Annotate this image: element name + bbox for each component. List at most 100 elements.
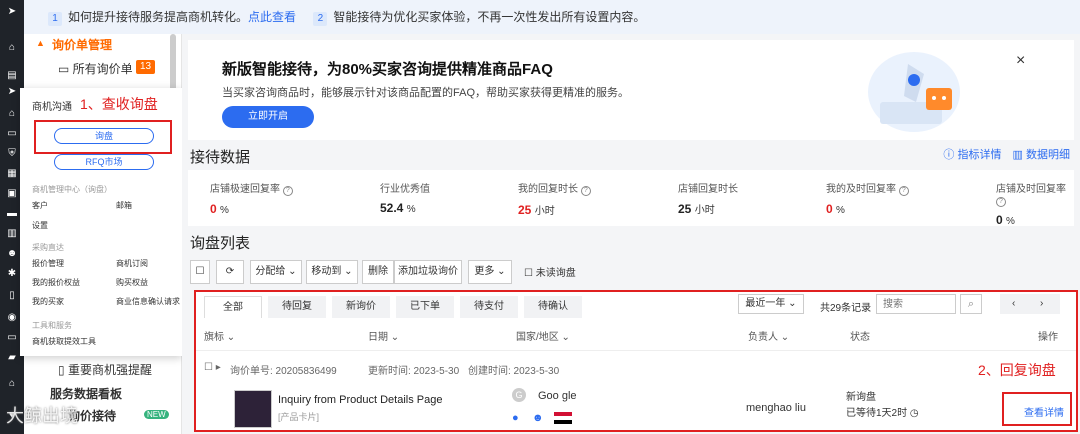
product-title[interactable]: Inquiry from Product Details Page bbox=[278, 394, 442, 406]
subnav-important-alert[interactable]: ▯ 重要商机强提醒 bbox=[58, 361, 152, 378]
tab-pending-pay[interactable]: 待支付 bbox=[460, 296, 518, 318]
house-icon[interactable]: ⌂ bbox=[5, 108, 19, 120]
user-icon[interactable]: ☻ bbox=[5, 248, 19, 260]
col-flag[interactable]: 旗标 ⌄ bbox=[204, 328, 235, 343]
send-icon[interactable]: ➤ bbox=[5, 6, 19, 18]
next-page-icon[interactable]: › bbox=[1040, 294, 1043, 314]
help-icon[interactable]: ? bbox=[580, 186, 591, 196]
search-input[interactable] bbox=[876, 294, 956, 314]
more-dropdown[interactable]: 更多 ⌄ bbox=[468, 260, 512, 284]
globe-icon[interactable]: ◉ bbox=[5, 312, 19, 324]
link-my-buyers[interactable]: 我的买家 bbox=[32, 296, 64, 307]
chat-bubble-icon[interactable]: ● bbox=[512, 412, 519, 424]
link-mailbox[interactable]: 邮箱 bbox=[116, 200, 132, 211]
stat-value: 0 bbox=[826, 202, 833, 216]
tab-new-inquiry[interactable]: 新询价 bbox=[332, 296, 390, 318]
link-customer[interactable]: 客户 bbox=[32, 200, 48, 211]
grid-icon[interactable]: ▦ bbox=[5, 168, 19, 180]
chat-icon[interactable]: ▬ bbox=[5, 208, 19, 220]
stat-label: 店铺及时回复率 bbox=[996, 184, 1066, 195]
delete-button[interactable]: 删除 bbox=[362, 260, 394, 284]
search-icon[interactable]: ⌕ bbox=[960, 294, 982, 314]
total-records: 共29条记录 bbox=[820, 303, 872, 314]
tab-pending-reply[interactable]: 待回复 bbox=[268, 296, 326, 318]
link-biz-sub[interactable]: 商机订阅 bbox=[116, 258, 148, 269]
truck-icon[interactable]: ▰ bbox=[5, 352, 19, 364]
move-dropdown[interactable]: 移动到 ⌄ bbox=[306, 260, 358, 284]
inquiry-button[interactable]: 询盘 bbox=[54, 128, 154, 144]
tip-2-text: 智能接待为优化买家体验，不再一次性发出所有设置内容。 bbox=[333, 10, 646, 24]
help-icon[interactable]: ? bbox=[282, 186, 293, 196]
subnav-important-label: 重要商机强提醒 bbox=[67, 363, 152, 377]
shield-icon[interactable]: ⛨ bbox=[5, 148, 19, 160]
link-quote-rights[interactable]: 我的报价权益 bbox=[32, 277, 80, 288]
tab-pending-confirm[interactable]: 待确认 bbox=[524, 296, 582, 318]
subnav-header[interactable]: 询价单管理 bbox=[52, 36, 112, 53]
create-time: 创建时间: 2023-5-30 bbox=[468, 366, 560, 377]
tip-1-link[interactable]: 点此查看 bbox=[248, 10, 296, 24]
section-tools: 工具和服务 bbox=[32, 321, 72, 330]
data-detail-link[interactable]: 数据明细 bbox=[1026, 149, 1070, 161]
select-all-checkbox[interactable]: ☐ bbox=[190, 260, 210, 284]
promo-subtitle: 当买家咨询商品时，能够展示针对该商品配置的FAQ，帮助买家获得更精准的服务。 bbox=[222, 87, 630, 99]
refresh-icon[interactable]: ⟳ bbox=[216, 260, 244, 284]
subnav-all-inquiries[interactable]: ▭ 所有询价单 bbox=[58, 60, 133, 77]
cart-icon[interactable]: ▭ bbox=[5, 332, 19, 344]
scrollbar[interactable] bbox=[170, 34, 176, 94]
doc-icon[interactable]: ▯ bbox=[5, 290, 19, 302]
link-buy-rights[interactable]: 购买权益 bbox=[116, 277, 148, 288]
col-country[interactable]: 国家/地区 ⌄ bbox=[516, 328, 570, 343]
annotation-2: 2、回复询盘 bbox=[978, 362, 1056, 378]
stat-value: 52.4 bbox=[380, 201, 404, 215]
col-action: 操作 bbox=[1038, 332, 1058, 343]
metric-detail-link[interactable]: 指标详情 bbox=[957, 149, 1001, 161]
period-select[interactable]: 最近一年 ⌄ bbox=[738, 294, 804, 314]
add-spam-button[interactable]: 添加垃圾询价 bbox=[394, 260, 462, 284]
link-settings[interactable]: 设置 bbox=[32, 220, 48, 231]
tab-all[interactable]: 全部 bbox=[204, 296, 262, 318]
col-date[interactable]: 日期 ⌄ bbox=[368, 328, 399, 343]
status-label: 新询盘 bbox=[846, 392, 876, 403]
send-small-icon[interactable]: ➤ bbox=[5, 86, 19, 98]
window-icon[interactable]: ▣ bbox=[5, 188, 19, 200]
buyer-name[interactable]: Goo gle bbox=[538, 390, 577, 402]
bar-chart-icon[interactable]: ▥ bbox=[5, 228, 19, 240]
subnav-dashboard[interactable]: 服务数据看板 bbox=[50, 385, 122, 402]
stat-label: 我的回复时长 bbox=[518, 184, 578, 195]
bar-chart-icon: ▥ bbox=[1012, 149, 1023, 161]
view-detail-link[interactable]: 查看详情 bbox=[1024, 404, 1064, 419]
prev-page-icon[interactable]: ‹ bbox=[1012, 294, 1015, 314]
tab-ordered[interactable]: 已下单 bbox=[396, 296, 454, 318]
product-tag: [产品卡片] bbox=[278, 412, 320, 422]
product-thumbnail[interactable] bbox=[234, 390, 272, 428]
bank-icon[interactable]: ⌂ bbox=[5, 378, 19, 390]
enable-now-button[interactable]: 立即开启 bbox=[222, 106, 314, 128]
settings-icon[interactable]: ✱ bbox=[5, 268, 19, 280]
box-icon[interactable]: ▭ bbox=[5, 128, 19, 140]
row-checkbox[interactable]: ☐ ▸ bbox=[204, 362, 221, 373]
help-icon[interactable]: ? bbox=[996, 197, 1006, 207]
unread-filter[interactable]: ☐ 未读询盘 bbox=[524, 264, 576, 279]
unread-checkbox[interactable]: ☐ bbox=[524, 268, 533, 279]
help-icon[interactable]: ? bbox=[898, 186, 909, 196]
stat-item: 我的及时回复率 ? 0 % bbox=[826, 180, 909, 216]
subnav-all-label: 所有询价单 bbox=[72, 62, 133, 76]
popup-title: 商机沟通 bbox=[32, 102, 72, 113]
stat-item: 店铺及时回复率 ? 0 % bbox=[996, 180, 1074, 227]
store-icon[interactable]: ▤ bbox=[5, 70, 19, 82]
link-tool[interactable]: 商机获取提效工具 bbox=[32, 336, 96, 347]
link-quote-mgmt[interactable]: 报价管理 bbox=[32, 258, 64, 269]
stat-item: 我的回复时长 ? 25 小时 bbox=[518, 180, 591, 217]
close-icon[interactable]: × bbox=[1016, 52, 1025, 70]
home-icon[interactable]: ⌂ bbox=[5, 42, 19, 54]
owner-name: menghao liu bbox=[746, 402, 806, 414]
section-purchase: 采购直达 bbox=[32, 243, 64, 252]
col-status: 状态 bbox=[850, 332, 870, 343]
tip-number-2: 2 bbox=[313, 12, 328, 26]
col-owner[interactable]: 负责人 ⌄ bbox=[748, 328, 789, 343]
link-biz-info[interactable]: 商业信息确认请求 bbox=[116, 296, 180, 307]
assign-dropdown[interactable]: 分配给 ⌄ bbox=[250, 260, 302, 284]
stat-label: 店铺回复时长 bbox=[678, 184, 738, 195]
rfq-market-button[interactable]: RFQ市场 bbox=[54, 154, 154, 170]
order-number: 询价单号: 20205836499 bbox=[230, 366, 337, 377]
